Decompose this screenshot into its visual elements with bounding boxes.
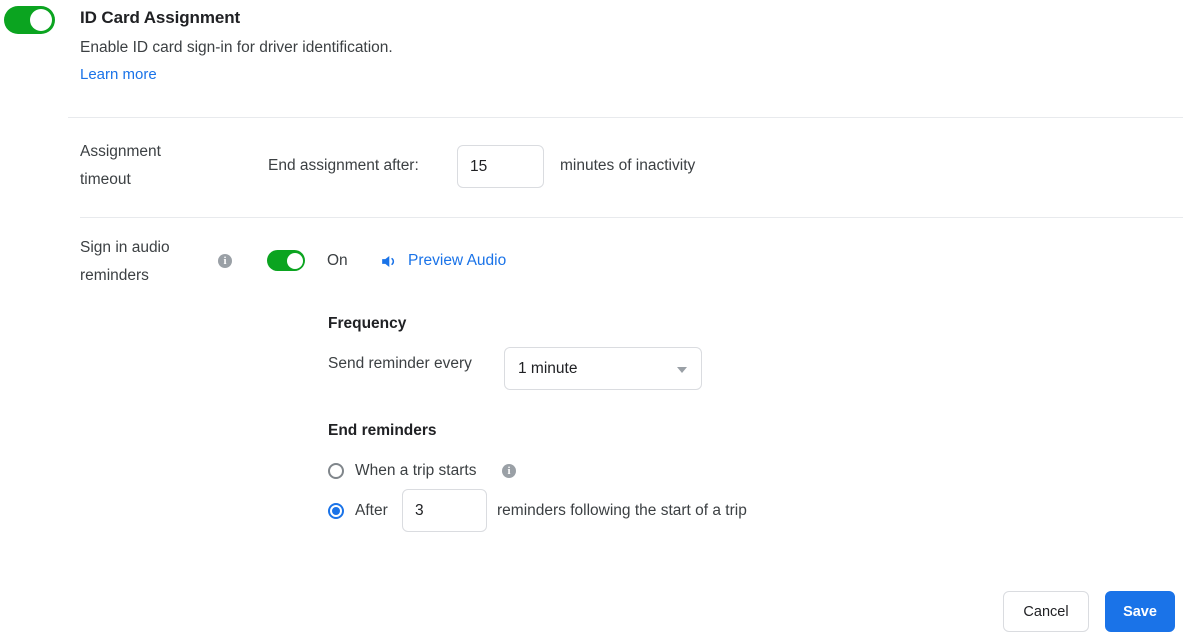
save-button[interactable]: Save: [1105, 591, 1175, 632]
radio-when-trip-starts-label[interactable]: When a trip starts: [355, 460, 476, 482]
page-description: Enable ID card sign-in for driver identi…: [80, 39, 393, 56]
end-assignment-after-label: End assignment after:: [268, 157, 419, 174]
chevron-down-icon: [677, 367, 687, 373]
info-icon[interactable]: [502, 463, 516, 479]
speaker-icon[interactable]: [379, 252, 398, 271]
frequency-heading: Frequency: [328, 315, 407, 332]
reminder-frequency-value: 1 minute: [518, 360, 578, 377]
id-card-assignment-settings-panel: ID Card Assignment Enable ID card sign-i…: [0, 0, 1183, 643]
radio-when-trip-starts[interactable]: [328, 463, 344, 479]
learn-more-link[interactable]: Learn more: [80, 64, 157, 86]
end-reminders-heading: End reminders: [328, 422, 437, 439]
toggle-knob: [286, 252, 303, 269]
audio-toggle-state-label: On: [327, 252, 348, 269]
after-reminders-suffix: reminders following the start of a trip: [497, 502, 747, 519]
cancel-button[interactable]: Cancel: [1003, 591, 1089, 632]
divider-middle: [80, 217, 1183, 218]
info-icon[interactable]: [218, 253, 232, 269]
id-card-assignment-toggle[interactable]: [4, 6, 55, 34]
assignment-timeout-suffix: minutes of inactivity: [560, 157, 696, 174]
after-reminders-count-input[interactable]: [402, 489, 487, 532]
header-text-group: ID Card Assignment Enable ID card sign-i…: [80, 6, 980, 86]
reminder-frequency-select[interactable]: 1 minute: [504, 347, 702, 390]
page-title: ID Card Assignment: [80, 8, 241, 27]
audio-reminders-toggle[interactable]: [267, 250, 305, 271]
radio-after-n-reminders[interactable]: [328, 503, 344, 519]
radio-after-label[interactable]: After: [355, 500, 388, 522]
sign-in-audio-reminders-label: Sign in audio reminders: [80, 239, 170, 284]
assignment-timeout-input[interactable]: [457, 145, 544, 188]
divider-top: [68, 117, 1183, 118]
assignment-timeout-label: Assignment timeout: [80, 143, 161, 188]
toggle-knob: [30, 9, 52, 31]
preview-audio-link[interactable]: Preview Audio: [408, 251, 506, 271]
send-reminder-every-label: Send reminder every: [328, 355, 472, 372]
